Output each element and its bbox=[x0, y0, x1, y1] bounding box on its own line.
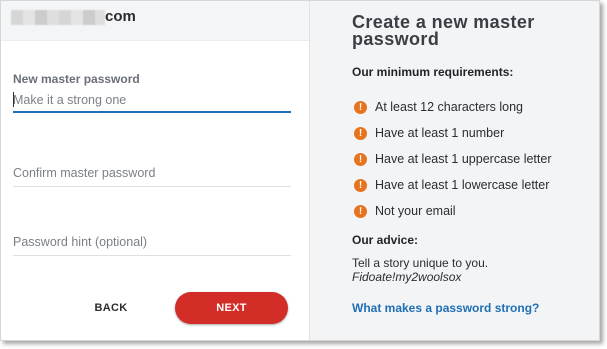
new-password-underline bbox=[13, 111, 291, 113]
warning-icon: ! bbox=[354, 178, 367, 192]
redacted-account-name bbox=[11, 10, 105, 25]
password-form-panel: com New master password BACK NEXT bbox=[1, 1, 309, 340]
warning-icon: ! bbox=[354, 152, 367, 166]
confirm-password-underline bbox=[13, 186, 291, 187]
list-item: ! Not your email bbox=[354, 198, 594, 224]
password-strength-help-link[interactable]: What makes a password strong? bbox=[352, 301, 539, 315]
warning-icon: ! bbox=[354, 100, 367, 114]
warning-icon: ! bbox=[354, 204, 367, 218]
list-item: ! Have at least 1 uppercase letter bbox=[354, 146, 594, 172]
account-domain: com bbox=[105, 8, 136, 25]
requirement-text: At least 12 characters long bbox=[375, 100, 523, 114]
requirements-list: ! At least 12 characters long ! Have at … bbox=[354, 94, 594, 224]
requirement-text: Have at least 1 uppercase letter bbox=[375, 152, 552, 166]
confirm-password-field bbox=[13, 163, 291, 187]
password-hint-underline bbox=[13, 255, 291, 256]
new-password-field: New master password bbox=[13, 72, 291, 113]
list-item: ! Have at least 1 number bbox=[354, 120, 594, 146]
text-caret bbox=[13, 92, 14, 107]
account-header: com bbox=[1, 1, 309, 41]
next-button[interactable]: NEXT bbox=[175, 292, 288, 324]
list-item: ! At least 12 characters long bbox=[354, 94, 594, 120]
advice-example-password: Fidoate!my2woolsox bbox=[352, 270, 462, 284]
requirement-text: Have at least 1 number bbox=[375, 126, 505, 140]
password-hint-field bbox=[13, 232, 291, 256]
new-password-label: New master password bbox=[13, 72, 140, 86]
advice-heading: Our advice: bbox=[352, 233, 419, 247]
new-password-input[interactable] bbox=[13, 90, 291, 110]
dialog-frame: com New master password BACK NEXT Create… bbox=[0, 0, 600, 341]
requirement-text: Have at least 1 lowercase letter bbox=[375, 178, 550, 192]
password-hint-input[interactable] bbox=[13, 232, 291, 252]
page-title: Create a new master password bbox=[352, 12, 535, 49]
password-requirements-panel: Create a new master password Our minimum… bbox=[309, 1, 599, 340]
back-button[interactable]: BACK bbox=[83, 297, 139, 319]
advice-text: Tell a story unique to you. bbox=[352, 256, 489, 270]
requirements-heading: Our minimum requirements: bbox=[352, 65, 514, 79]
requirement-text: Not your email bbox=[375, 204, 456, 218]
confirm-password-input[interactable] bbox=[13, 163, 291, 183]
list-item: ! Have at least 1 lowercase letter bbox=[354, 172, 594, 198]
warning-icon: ! bbox=[354, 126, 367, 140]
